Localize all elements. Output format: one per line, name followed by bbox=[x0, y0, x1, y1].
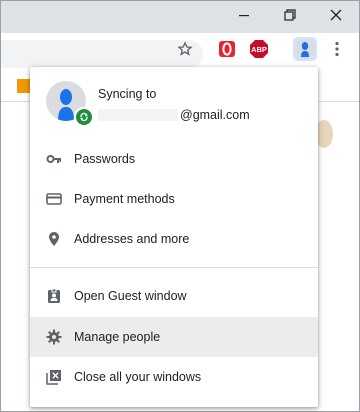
menu-item-addresses[interactable]: Addresses and more bbox=[30, 219, 318, 259]
minimize-button[interactable] bbox=[221, 1, 267, 33]
close-window-button[interactable] bbox=[313, 1, 359, 33]
menu-item-label: Manage people bbox=[74, 330, 161, 344]
restore-icon bbox=[284, 8, 296, 26]
more-menu-button[interactable] bbox=[323, 37, 351, 65]
sync-title: Syncing to bbox=[98, 87, 157, 101]
adblock-plus-icon: ABP bbox=[249, 39, 269, 64]
menu-item-label: Open Guest window bbox=[74, 289, 187, 303]
menu-divider bbox=[30, 267, 318, 268]
close-box-icon bbox=[46, 369, 62, 385]
menu-item-label: Payment methods bbox=[74, 192, 175, 206]
bookmark-star-button[interactable] bbox=[171, 37, 199, 65]
profile-avatar-icon bbox=[293, 36, 317, 66]
account-email: @gmail.com bbox=[98, 107, 250, 123]
menu-item-label: Passwords bbox=[74, 152, 136, 166]
gear-icon bbox=[46, 329, 62, 345]
menu-item-manage-people[interactable]: Manage people bbox=[30, 317, 318, 357]
profile-header: Syncing to @gmail.com bbox=[30, 67, 318, 135]
opera-extension-button[interactable] bbox=[213, 37, 241, 65]
menu-item-label: Close all your windows bbox=[74, 370, 202, 384]
opera-icon bbox=[218, 40, 236, 63]
redacted-email-user bbox=[98, 109, 178, 121]
profile-menu: Syncing to @gmail.com Passwords Payment … bbox=[30, 67, 318, 407]
adblock-plus-button[interactable]: ABP bbox=[245, 37, 273, 65]
email-domain: @gmail.com bbox=[180, 108, 250, 122]
menu-item-passwords[interactable]: Passwords bbox=[30, 139, 318, 179]
menu-item-label: Addresses and more bbox=[74, 232, 190, 246]
profile-button[interactable] bbox=[291, 36, 319, 66]
sync-status-icon bbox=[74, 107, 94, 127]
minimize-icon bbox=[238, 8, 250, 26]
more-vert-icon bbox=[334, 41, 340, 62]
bookmark-star-icon bbox=[177, 40, 193, 62]
title-bar bbox=[1, 1, 359, 33]
guest-badge-icon bbox=[46, 288, 62, 304]
menu-item-open-guest-window[interactable]: Open Guest window bbox=[30, 276, 318, 316]
restore-button[interactable] bbox=[267, 1, 313, 33]
toolbar: ABP bbox=[1, 33, 359, 71]
svg-text:ABP: ABP bbox=[251, 45, 267, 54]
location-pin-icon bbox=[46, 231, 62, 247]
bookmark-favicon-icon[interactable] bbox=[17, 79, 31, 93]
menu-item-payment-methods[interactable]: Payment methods bbox=[30, 179, 318, 219]
key-icon bbox=[46, 151, 62, 167]
close-icon bbox=[330, 8, 342, 26]
menu-item-close-all-windows[interactable]: Close all your windows bbox=[30, 357, 318, 397]
credit-card-icon bbox=[46, 191, 62, 207]
